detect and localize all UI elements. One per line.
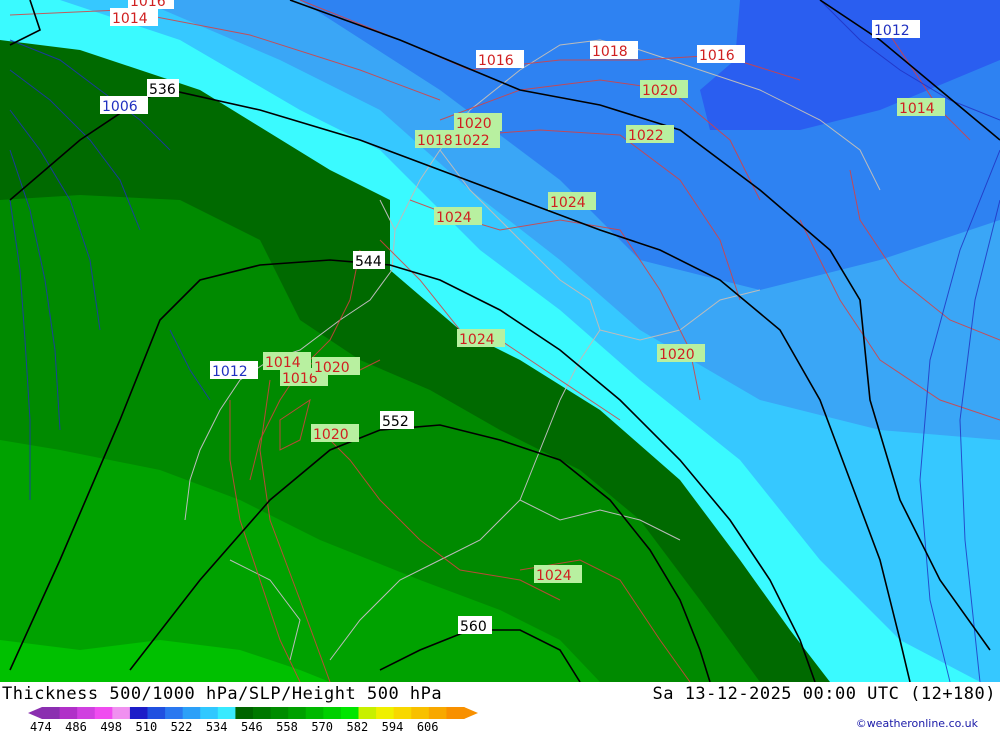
slp-label: 1014 [112, 11, 148, 27]
colorbar-tick-label: 498 [100, 720, 123, 734]
colorbar-tick-label: 534 [205, 720, 228, 734]
slp-label: 1024 [436, 210, 472, 226]
slp-label: 1018 [417, 133, 453, 149]
colorbar-tick-label: 522 [170, 720, 193, 734]
colorbar-swatch [182, 707, 201, 719]
colorbar-arrow-right [464, 707, 478, 719]
colorbar-swatch [411, 707, 430, 719]
colorbar-tick-label: 546 [241, 720, 263, 734]
height-label: 544 [355, 254, 382, 270]
colorbar-swatch [165, 707, 184, 719]
height-label: 536 [149, 82, 176, 98]
slp-label: 1022 [454, 133, 490, 149]
slp-label: 1006 [102, 99, 138, 115]
height-label: 560 [460, 619, 487, 635]
colorbar-tick-label: 558 [276, 720, 298, 734]
colorbar-swatch [200, 707, 219, 719]
colorbar-tick-label: 486 [65, 720, 87, 734]
colorbar-swatch [112, 707, 131, 719]
height-label: 552 [382, 414, 409, 430]
colorbar-swatch [305, 707, 324, 719]
colorbar-swatch [358, 707, 377, 719]
colorbar-swatch [253, 707, 272, 719]
colorbar-tick-label: 582 [346, 720, 369, 734]
colorbar-swatch [323, 707, 342, 719]
slp-label: 1020 [642, 83, 678, 99]
slp-label: 1014 [899, 101, 935, 117]
colorbar-tick-label: 606 [416, 720, 439, 734]
slp-label: 1018 [592, 44, 628, 60]
colorbar-swatch [288, 707, 307, 719]
colorbar-swatch [270, 707, 289, 719]
slp-label: 1020 [314, 360, 350, 376]
colorbar [28, 707, 478, 719]
colorbar-swatch [59, 707, 78, 719]
colorbar-swatch [129, 707, 148, 719]
slp-label: 1020 [456, 116, 492, 132]
colorbar-swatch [77, 707, 96, 719]
colorbar-swatch [94, 707, 113, 719]
credit-text: ©weatheronline.co.uk [855, 717, 978, 730]
colorbar-tick-label: 594 [381, 720, 404, 734]
colorbar-swatch [217, 707, 236, 719]
colorbar-swatch [147, 707, 166, 719]
colorbar-swatch [235, 707, 254, 719]
weather-map: 536 544 552 560 1016 1014 1016 1018 1016… [0, 0, 1000, 682]
colorbar-swatch [340, 707, 359, 719]
slp-label: 1022 [628, 128, 664, 144]
slp-label: 1020 [313, 427, 349, 443]
slp-label: 1024 [536, 568, 572, 584]
slp-label: 1024 [459, 332, 495, 348]
slp-label: 1024 [550, 195, 586, 211]
colorbar-swatch [42, 707, 61, 719]
map-valid-time: Sa 13-12-2025 00:00 UTC (12+180) [652, 684, 996, 704]
colorbar-tick-label: 570 [311, 720, 334, 734]
colorbar-swatch [376, 707, 395, 719]
colorbar-swatch [428, 707, 447, 719]
slp-label: 1012 [874, 23, 910, 39]
slp-label: 1016 [699, 48, 735, 64]
slp-label: 1012 [212, 364, 248, 380]
colorbar-swatch [446, 707, 465, 719]
slp-label: 1016 [478, 53, 514, 69]
map-footer: Thickness 500/1000 hPa/SLP/Height 500 hP… [0, 682, 1000, 734]
colorbar-tick-label: 474 [30, 720, 52, 734]
colorbar-swatch [393, 707, 412, 719]
slp-label: 1020 [659, 347, 695, 363]
colorbar-tick-label: 510 [135, 720, 158, 734]
colorbar-arrow-left [28, 707, 42, 719]
map-title: Thickness 500/1000 hPa/SLP/Height 500 hP… [2, 684, 443, 704]
